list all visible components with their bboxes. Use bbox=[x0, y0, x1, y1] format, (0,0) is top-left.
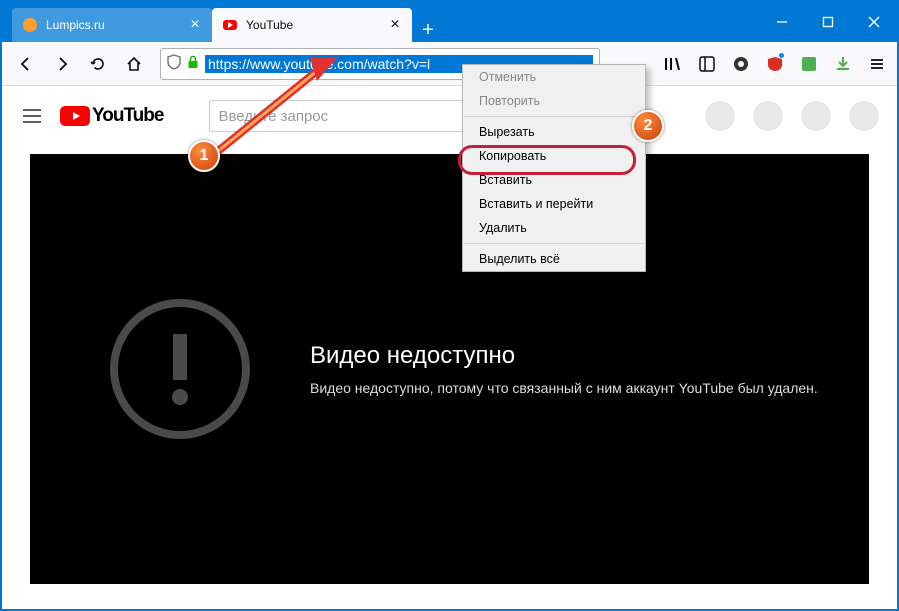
error-subtitle: Видео недоступно, потому что связанный с… bbox=[310, 380, 818, 396]
window-titlebar: Lumpics.ru × YouTube × + bbox=[2, 2, 897, 42]
error-message: Видео недоступно Видео недоступно, потом… bbox=[310, 342, 818, 396]
close-tab-icon[interactable]: × bbox=[388, 18, 402, 32]
close-window-button[interactable] bbox=[851, 6, 897, 38]
close-tab-icon[interactable]: × bbox=[188, 18, 202, 32]
ctx-separator bbox=[464, 116, 644, 117]
ctx-undo[interactable]: Отменить bbox=[463, 65, 645, 89]
ext-icon-download[interactable] bbox=[831, 52, 855, 76]
ctx-cut[interactable]: Вырезать bbox=[463, 120, 645, 144]
placeholder-circle bbox=[705, 101, 735, 131]
tab-youtube[interactable]: YouTube × bbox=[212, 8, 412, 42]
window-controls bbox=[759, 2, 897, 42]
ctx-paste-and-go[interactable]: Вставить и перейти bbox=[463, 192, 645, 216]
ctx-separator bbox=[464, 243, 644, 244]
ctx-redo[interactable]: Повторить bbox=[463, 89, 645, 113]
placeholder-circle bbox=[753, 101, 783, 131]
page-content: YouTube Введите запрос Видео недоступно … bbox=[4, 88, 895, 607]
annotation-marker-1: 1 bbox=[188, 140, 220, 172]
youtube-header-placeholders bbox=[705, 101, 879, 131]
youtube-logo-icon bbox=[60, 106, 90, 126]
tab-strip: Lumpics.ru × YouTube × + bbox=[2, 2, 759, 42]
tab-title: Lumpics.ru bbox=[46, 18, 180, 32]
hamburger-menu-icon[interactable] bbox=[865, 52, 889, 76]
placeholder-circle bbox=[849, 101, 879, 131]
home-button[interactable] bbox=[118, 48, 150, 80]
ext-icon-1[interactable] bbox=[729, 52, 753, 76]
ctx-delete[interactable]: Удалить bbox=[463, 216, 645, 240]
ctx-select-all[interactable]: Выделить всё bbox=[463, 247, 645, 271]
favicon-youtube bbox=[222, 17, 238, 33]
favicon-lumpics bbox=[22, 17, 38, 33]
youtube-logo[interactable]: YouTube bbox=[60, 105, 163, 127]
ctx-paste[interactable]: Вставить bbox=[463, 168, 645, 192]
ext-icon-2[interactable] bbox=[797, 52, 821, 76]
maximize-button[interactable] bbox=[805, 6, 851, 38]
youtube-header: YouTube Введите запрос bbox=[4, 88, 895, 144]
placeholder-circle bbox=[801, 101, 831, 131]
lock-icon[interactable] bbox=[187, 55, 199, 72]
youtube-logo-text: YouTube bbox=[92, 105, 163, 127]
tracking-shield-icon[interactable] bbox=[167, 54, 181, 73]
back-button[interactable] bbox=[10, 48, 42, 80]
annotation-arrow bbox=[202, 56, 342, 166]
tab-title: YouTube bbox=[246, 18, 380, 32]
sidebar-icon[interactable] bbox=[695, 52, 719, 76]
context-menu: Отменить Повторить Вырезать Копировать В… bbox=[462, 64, 646, 272]
tab-lumpics[interactable]: Lumpics.ru × bbox=[12, 8, 212, 42]
ctx-copy[interactable]: Копировать bbox=[463, 144, 645, 168]
error-exclamation-icon bbox=[110, 299, 250, 439]
forward-button[interactable] bbox=[46, 48, 78, 80]
minimize-button[interactable] bbox=[759, 6, 805, 38]
error-title: Видео недоступно bbox=[310, 342, 818, 370]
video-player-area: Видео недоступно Видео недоступно, потом… bbox=[30, 154, 869, 584]
youtube-menu-icon[interactable] bbox=[20, 104, 44, 128]
reload-button[interactable] bbox=[82, 48, 114, 80]
navigation-toolbar: https://www.youtube.com/watch?v=l bbox=[2, 42, 897, 86]
library-icon[interactable] bbox=[661, 52, 685, 76]
ext-icon-ublock[interactable] bbox=[763, 52, 787, 76]
toolbar-extensions bbox=[661, 52, 889, 76]
annotation-marker-2: 2 bbox=[632, 110, 664, 142]
new-tab-button[interactable]: + bbox=[412, 19, 444, 42]
